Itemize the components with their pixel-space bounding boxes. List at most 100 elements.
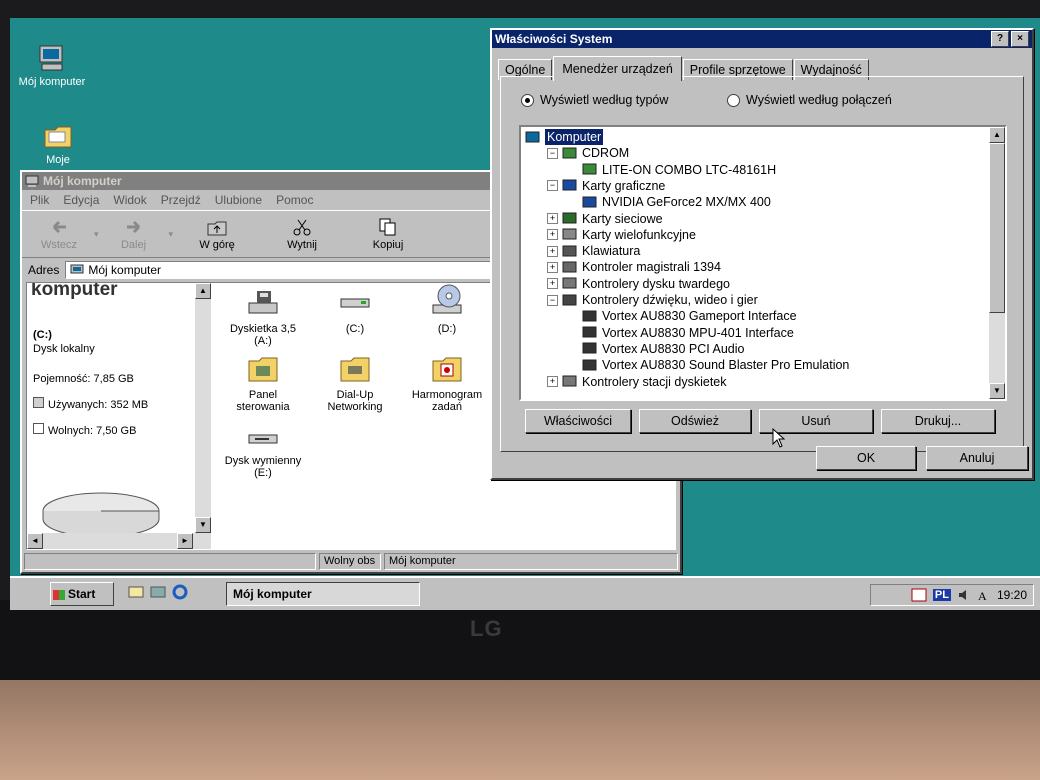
forward-dropdown-icon[interactable]: ▾ bbox=[169, 229, 174, 240]
device-tree-scrollbar[interactable]: ▲ ▼ bbox=[989, 127, 1005, 399]
expand-icon[interactable]: + bbox=[547, 213, 558, 224]
internet-explorer-icon[interactable] bbox=[172, 584, 188, 600]
dialup-folder-icon bbox=[339, 355, 371, 383]
device-tree-item[interactable]: + Kontroler magistrali 1394 bbox=[547, 259, 721, 275]
back-arrow-icon bbox=[52, 220, 66, 233]
up-button[interactable]: W górę bbox=[177, 218, 257, 251]
device-tree-item[interactable]: + Klawiatura bbox=[547, 243, 640, 259]
expand-icon[interactable]: + bbox=[547, 376, 558, 387]
channels-icon[interactable] bbox=[150, 584, 166, 600]
scroll-up-icon[interactable]: ▲ bbox=[989, 127, 1005, 143]
scroll-left-icon[interactable]: ◄ bbox=[27, 533, 43, 549]
taskbar: Start Mój komputer PL A 19:20 bbox=[10, 576, 1040, 610]
font-tray-icon[interactable]: A bbox=[977, 588, 991, 602]
cancel-button[interactable]: Anuluj bbox=[926, 446, 1028, 470]
floppy-controller-icon bbox=[562, 375, 577, 387]
expand-icon[interactable]: + bbox=[547, 278, 558, 290]
expand-icon[interactable]: + bbox=[547, 245, 558, 257]
device-tree-label: Vortex AU8830 Gameport Interface bbox=[602, 309, 797, 324]
device-tree-label: Komputer bbox=[545, 129, 604, 145]
device-tree-item[interactable]: − Karty graficzne bbox=[547, 178, 665, 194]
device-tree-item[interactable]: Vortex AU8830 MPU-401 Interface bbox=[569, 325, 794, 341]
clock[interactable]: 19:20 bbox=[997, 588, 1027, 602]
close-button[interactable]: × bbox=[1011, 31, 1029, 47]
menu-pomoc[interactable]: Pomoc bbox=[276, 193, 313, 207]
network-card-icon bbox=[562, 212, 577, 224]
menu-edycja[interactable]: Edycja bbox=[63, 193, 99, 207]
expand-icon[interactable]: + bbox=[547, 229, 558, 241]
print-button[interactable]: Drukuj... bbox=[881, 409, 995, 433]
copy-button[interactable]: Kopiuj bbox=[347, 218, 429, 251]
desktop-icon-my-computer[interactable]: Mój komputer bbox=[12, 44, 92, 88]
task-label: Mój komputer bbox=[233, 587, 312, 601]
start-button[interactable]: Start bbox=[50, 582, 114, 606]
forward-button[interactable]: Dalej bbox=[103, 218, 165, 251]
item-label: Panel sterowania bbox=[236, 389, 290, 413]
language-indicator[interactable]: PL bbox=[932, 589, 951, 601]
item-removable-drive[interactable]: Dysk wymienny (E:) bbox=[221, 431, 305, 479]
collapse-icon[interactable]: − bbox=[547, 294, 558, 306]
help-button[interactable]: ? bbox=[991, 31, 1009, 47]
collapse-icon[interactable]: − bbox=[547, 180, 558, 192]
item-label: (D:) bbox=[437, 323, 457, 335]
item-hard-drive-c[interactable]: (C:) bbox=[313, 289, 397, 335]
scroll-right-icon[interactable]: ► bbox=[177, 533, 193, 549]
device-tree-item[interactable]: Vortex AU8830 PCI Audio bbox=[569, 341, 744, 357]
radio-by-connection-label: Wyświetl według połączeń bbox=[746, 93, 892, 107]
device-tree-item[interactable]: LITE-ON COMBO LTC-48161H bbox=[569, 162, 776, 178]
item-floppy-drive[interactable]: Dyskietka 3,5 (A:) bbox=[221, 289, 305, 347]
device-tree-item[interactable]: Vortex AU8830 Sound Blaster Pro Emulatio… bbox=[569, 357, 849, 373]
desktop-icon-my-documents[interactable]: Moje bbox=[18, 122, 98, 166]
device-tree-item[interactable]: − CDROM bbox=[547, 145, 629, 161]
menu-plik[interactable]: Plik bbox=[30, 193, 49, 207]
info-heading: komputer bbox=[31, 283, 118, 300]
device-tree-item[interactable]: Komputer bbox=[525, 129, 604, 145]
folder-icon bbox=[43, 122, 73, 150]
device-tree-label: Karty sieciowe bbox=[582, 211, 663, 226]
device-tree-label: Kontrolery stacji dyskietek bbox=[582, 374, 727, 389]
task-my-computer[interactable]: Mój komputer bbox=[226, 582, 420, 606]
radio-by-type[interactable]: Wyświetl według typów bbox=[521, 93, 668, 107]
forward-arrow-icon bbox=[126, 220, 140, 233]
device-tree-item[interactable]: + Karty wielofunkcyjne bbox=[547, 227, 696, 243]
expand-icon[interactable]: + bbox=[547, 261, 558, 273]
device-tree-item[interactable]: Vortex AU8830 Gameport Interface bbox=[569, 308, 797, 324]
scroll-thumb[interactable] bbox=[989, 143, 1005, 313]
back-dropdown-icon[interactable]: ▾ bbox=[94, 229, 99, 240]
menu-ulubione[interactable]: Ulubione bbox=[215, 193, 262, 207]
hard-drive-icon bbox=[339, 289, 371, 317]
item-label: Dysk wymienny (E:) bbox=[224, 455, 302, 479]
show-desktop-icon[interactable] bbox=[128, 584, 144, 600]
menu-przejdz[interactable]: Przejdź bbox=[161, 193, 201, 207]
scroll-down-icon[interactable]: ▼ bbox=[989, 383, 1005, 399]
device-tree-item[interactable]: NVIDIA GeForce2 MX/MX 400 bbox=[569, 194, 771, 210]
item-control-panel[interactable]: Panel sterowania bbox=[221, 355, 305, 413]
device-tree-item[interactable]: + Karty sieciowe bbox=[547, 211, 663, 227]
cut-button[interactable]: Wytnij bbox=[261, 218, 343, 251]
device-tree-item[interactable]: + Kontrolery dysku twardego bbox=[547, 276, 730, 292]
item-cd-drive-d[interactable]: (D:) bbox=[405, 283, 489, 335]
item-label: (C:) bbox=[345, 323, 365, 335]
dialog-titlebar[interactable]: Właściwości System ? × bbox=[492, 30, 1032, 48]
radio-by-connection[interactable]: Wyświetl według połączeń bbox=[727, 93, 892, 107]
scroll-down-icon[interactable]: ▼ bbox=[195, 517, 211, 533]
tab-device-manager[interactable]: Menedżer urządzeń bbox=[553, 56, 682, 81]
device-tree-item[interactable]: + Kontrolery stacji dyskietek bbox=[547, 374, 727, 390]
scroll-up-icon[interactable]: ▲ bbox=[195, 283, 211, 299]
disk-usage-pie bbox=[42, 492, 160, 533]
info-pane-hscrollbar[interactable]: ◄ ► bbox=[27, 533, 211, 549]
item-scheduled-tasks[interactable]: Harmonogram zadań bbox=[405, 355, 489, 413]
device-tree-item[interactable]: − Kontrolery dźwięku, wideo i gier bbox=[547, 292, 758, 308]
refresh-button[interactable]: Odśwież bbox=[639, 409, 751, 433]
scheduler-tray-icon[interactable] bbox=[911, 588, 927, 602]
item-dialup-networking[interactable]: Dial-Up Networking bbox=[313, 355, 397, 413]
properties-button[interactable]: Właściwości bbox=[525, 409, 631, 433]
back-button[interactable]: Wstecz bbox=[28, 218, 90, 251]
device-tree-label: NVIDIA GeForce2 MX/MX 400 bbox=[602, 195, 771, 210]
drive-free: Wolnych: 7,50 GB bbox=[33, 423, 165, 437]
collapse-icon[interactable]: − bbox=[547, 147, 558, 159]
menu-widok[interactable]: Widok bbox=[113, 193, 146, 207]
info-pane-scrollbar[interactable]: ▲ ▼ bbox=[195, 283, 211, 533]
volume-icon[interactable] bbox=[957, 588, 971, 602]
ok-button[interactable]: OK bbox=[816, 446, 916, 470]
